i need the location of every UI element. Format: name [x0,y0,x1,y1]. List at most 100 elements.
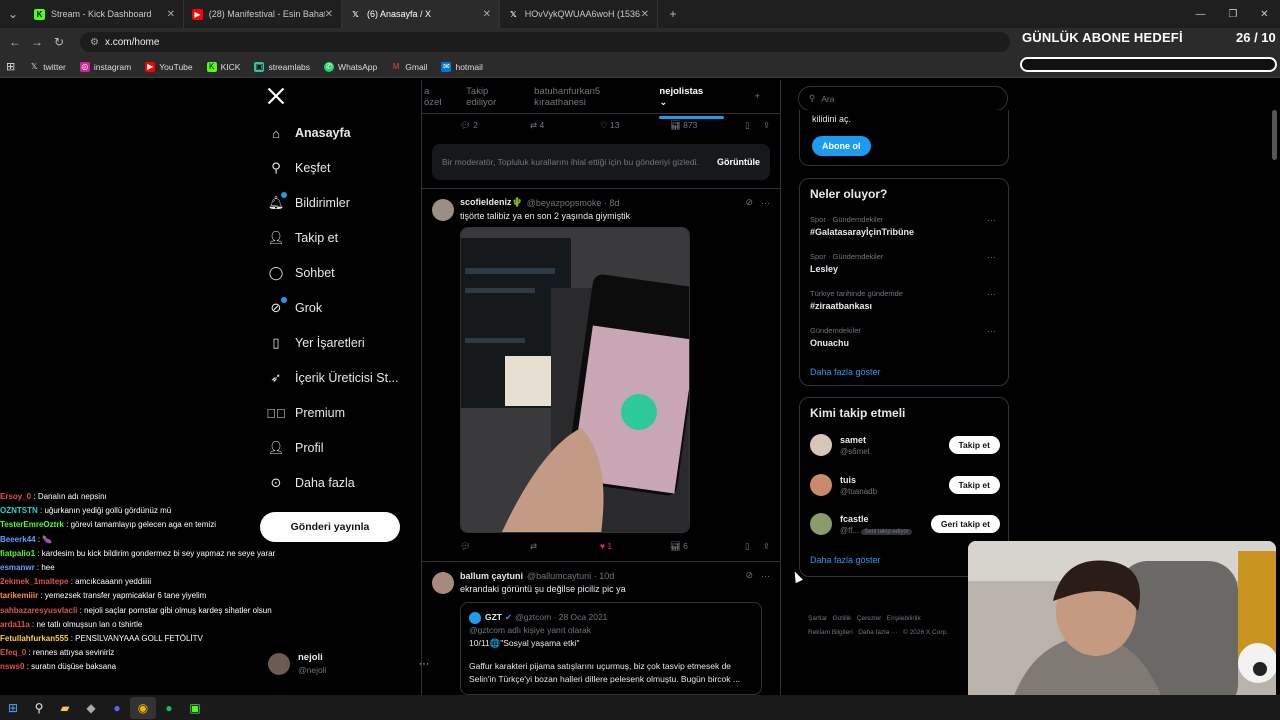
chat-username[interactable]: tarikemiiir [0,591,38,600]
forward-icon[interactable]: → [26,35,48,49]
minimize-icon[interactable]: — [1195,9,1205,20]
bookmark-twitter[interactable]: 𝕏twitter [29,62,66,72]
bookmark-gmail[interactable]: M Gmail [391,62,428,72]
footer-link[interactable]: Daha fazla ··· [858,629,897,636]
site-info-icon[interactable]: ⚙ [90,37,99,48]
like-button[interactable]: ♥ 1 [600,541,670,551]
chat-username[interactable]: Efeq_0 [0,648,26,657]
suggested-user[interactable]: fcastle @ff... Seni takip ediyor Geri ta… [810,513,1000,535]
post-image[interactable] [460,227,690,533]
tab-list-icon[interactable]: ⌄ [0,7,26,21]
nav-grok[interactable]: ⊘ Grok [268,297,322,316]
nav-bookmarks[interactable]: ▯ Yer İşaretleri [268,335,364,351]
follow-button[interactable]: Takip et [948,436,1000,454]
nav-premium[interactable]: ✓⃝ Premium [266,405,345,421]
grok-icon[interactable]: ⊘ [745,570,753,581]
suggested-user[interactable]: tuis @tuanadb Takip et [810,474,1000,496]
trend-item[interactable]: Türkiye tarihinde gündemde #ziraatbankası [810,289,903,311]
bookmark-streamlabs[interactable]: ▣ streamlabs [254,61,310,72]
nav-explore[interactable]: ⚲ Keşfet [268,160,330,176]
browser-tab-image[interactable]: 𝕏 HOvVykQWUAA6woH (1536×2 ✕ [500,0,658,28]
new-tab-icon[interactable]: + [662,7,684,21]
nav-follow[interactable]: 👤︎ Takip et [268,230,338,246]
bookmark-kick[interactable]: K KICK [206,61,240,72]
footer-link[interactable]: Reklam Bilgileri [808,629,853,636]
show-more-link[interactable]: Daha fazla göster [810,555,881,565]
footer-link[interactable]: Gizlilik [833,615,852,622]
follow-back-button[interactable]: Geri takip et [930,515,1000,533]
author-name[interactable]: scofieldeniz🌵 [460,197,523,208]
bookmark-whatsapp[interactable]: ✆ WhatsApp [324,61,377,72]
show-more-link[interactable]: Daha fazla göster [810,367,881,377]
nav-home[interactable]: ⌂ Anasayfa [268,125,351,141]
repost-button[interactable]: ⇄ [530,541,600,552]
trend-item[interactable]: Gündemdekiler Onuachu [810,326,861,348]
more-icon[interactable]: ··· [761,571,770,581]
back-icon[interactable]: ← [4,35,26,49]
chat-username[interactable]: Fetullahfurkan555 [0,634,68,643]
grok-icon[interactable]: ⊘ [745,197,753,208]
close-window-icon[interactable]: ✕ [1260,9,1268,20]
reply-button[interactable]: 💬︎ 2 [460,120,530,131]
footer-link[interactable]: Şartlar [808,615,827,622]
bookmark-hotmail[interactable]: ✉ hotmail [441,61,483,72]
windows-start-icon[interactable]: ⊞ [0,697,26,719]
chat-username[interactable]: OZNTSTN [0,506,38,515]
nav-profile[interactable]: 👤︎ Profil [268,440,324,456]
more-icon[interactable]: ··· [987,289,996,299]
nav-more[interactable]: ⊙ Daha fazla [268,475,355,491]
chat-username[interactable]: nsws0 [0,662,24,671]
reply-button[interactable]: 💬︎ [460,541,530,552]
repost-button[interactable]: ⇄ 4 [530,120,600,131]
more-icon[interactable]: ··· [987,252,996,262]
search-icon[interactable]: ⚲ [26,697,52,719]
more-icon[interactable]: ··· [987,215,996,225]
footer-link[interactable]: Erişilebilirlik [887,615,921,622]
reload-icon[interactable]: ↻ [48,35,70,49]
tab-community[interactable]: batuhanfurkan5 kıraathanesi [534,86,639,108]
browser-tab-x[interactable]: 𝕏 (6) Anasayfa / X ✕ [342,0,500,28]
views-button[interactable]: 📊︎ 6 [670,541,745,552]
file-explorer-icon[interactable]: ▰ [52,697,78,719]
spotify-icon[interactable]: ● [156,697,182,719]
more-icon[interactable]: ··· [987,326,996,336]
restore-icon[interactable]: ❐ [1228,9,1237,20]
nav-chat[interactable]: ◯ Sohbet [268,265,335,281]
views-button[interactable]: 📊︎ 873 [670,120,745,131]
kick-app-icon[interactable]: ▣ [182,697,208,719]
browser-tab-kick[interactable]: K Stream - Kick Dashboard ✕ [26,0,184,28]
close-icon[interactable]: ✕ [641,9,649,20]
chrome-icon[interactable]: ◉ [130,696,156,719]
scrollbar[interactable] [1272,110,1277,160]
chat-username[interactable]: esmanwr [0,563,35,572]
chat-username[interactable]: Ersoy_0 [0,492,31,501]
view-button[interactable]: Görüntüle [717,156,760,168]
nav-notifications[interactable]: 🔔︎ Bildirimler [268,192,350,211]
subscribe-button[interactable]: Abone ol [812,136,871,156]
browser-tab-youtube[interactable]: ▶ (28) Manifestival - Esin Bahat In ✕ [184,0,342,28]
chat-username[interactable]: fiatpalio1 [0,549,35,558]
like-button[interactable]: ♡ 13 [600,120,670,131]
close-icon[interactable]: ✕ [167,9,175,20]
post-button[interactable]: Gönderi yayınla [260,512,400,542]
chat-username[interactable]: TesterEmreOztrk [0,520,64,529]
bookmark-instagram[interactable]: ◎ instagram [79,61,131,72]
close-icon[interactable]: ✕ [483,9,491,20]
apps-icon[interactable]: ⊞ [6,60,15,73]
follow-button[interactable]: Takip et [948,476,1000,494]
share-icon[interactable]: ⇪ [763,120,770,131]
close-icon[interactable]: ✕ [325,9,333,20]
discord-icon[interactable]: ● [104,697,130,719]
app-icon[interactable]: ◆ [78,697,104,719]
trend-item[interactable]: Spor · Gündemdekiler Lesley [810,252,883,274]
search-input[interactable]: ⚲ Ara [798,86,1008,111]
x-logo-icon[interactable] [266,86,286,112]
trend-item[interactable]: Spor · Gündemdekiler #GalatasarayİçinTrib… [810,215,914,237]
suggested-user[interactable]: samet @s6met Takip et [810,434,1000,456]
tweet[interactable]: scofieldeniz🌵 @beyazpopsmoke · 8d ⊘ ··· … [422,188,780,557]
bookmark-youtube[interactable]: ▶ YouTube [145,61,193,72]
url-field[interactable]: ⚙ x.com/home [80,32,1010,52]
account-switcher[interactable]: nejoli @nejoli ··· [268,652,429,675]
tab-following[interactable]: Takip ediliyor [466,86,514,108]
quoted-tweet[interactable]: GZT ✔ @gztcom · 28 Oca 2021 @gztcom adlı… [460,602,762,695]
